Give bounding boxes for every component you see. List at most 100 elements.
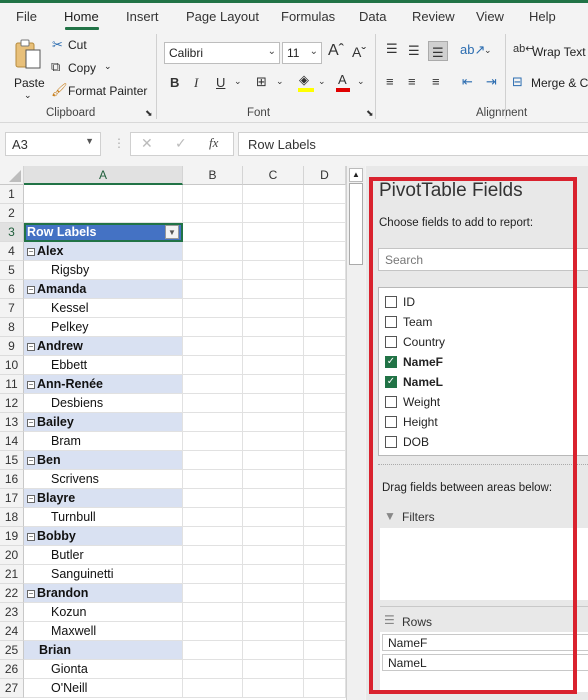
cell-b[interactable] [183, 413, 243, 432]
top-align-icon[interactable]: ☰ [386, 41, 398, 57]
underline-dropdown-icon[interactable]: ⌄ [234, 76, 242, 87]
tab-home[interactable]: Home [64, 9, 99, 24]
cell-d[interactable] [304, 185, 346, 204]
row-header[interactable]: 24 [0, 622, 24, 641]
pivot-item-row[interactable]: Kozun [24, 603, 183, 622]
rows-field-chip[interactable]: NameL [382, 654, 588, 671]
paste-dropdown-icon[interactable]: ⌄ [24, 90, 32, 101]
cell-c[interactable] [243, 223, 304, 242]
pivot-item-row[interactable]: Bram [24, 432, 183, 451]
filter-dropdown-icon[interactable]: ▼ [165, 225, 179, 239]
tab-formulas[interactable]: Formulas [281, 9, 335, 24]
row-header[interactable]: 10 [0, 356, 24, 375]
vertical-scrollbar[interactable]: ▲ [346, 166, 365, 700]
cell-c[interactable] [243, 242, 304, 261]
cell-c[interactable] [243, 527, 304, 546]
cell-c[interactable] [243, 584, 304, 603]
checkbox-checked-icon[interactable]: ✓ [385, 376, 397, 388]
field-list[interactable]: ID Team Country ✓ NameF ✓ NameL Weight Height DOB… [378, 287, 588, 456]
paste-button[interactable]: Paste ⌄ [10, 36, 46, 101]
row-header[interactable]: 11 [0, 375, 24, 394]
filters-drop-area[interactable] [380, 528, 588, 600]
column-header-a[interactable]: A [24, 166, 183, 185]
fill-color-dropdown-icon[interactable]: ⌄ [318, 76, 326, 87]
row-header[interactable]: 25 [0, 641, 24, 660]
tab-review[interactable]: Review [412, 9, 455, 24]
cell-d[interactable] [304, 584, 346, 603]
empty-cell[interactable] [24, 185, 183, 204]
cell-b[interactable] [183, 527, 243, 546]
worksheet-grid[interactable]: A B C D 1 2 3 Row Labels ▼ 4− Alex 5 Rigsby 6− Ama… [0, 166, 346, 700]
font-dialog-launcher-icon[interactable]: ⬊ [366, 108, 374, 119]
cell-d[interactable] [304, 508, 346, 527]
pivot-item-row[interactable]: Gionta [24, 660, 183, 679]
font-name-combo[interactable]: Calibri ⌄ [164, 42, 280, 64]
cell-b[interactable] [183, 318, 243, 337]
cell-b[interactable] [183, 603, 243, 622]
row-header[interactable]: 19 [0, 527, 24, 546]
column-header-b[interactable]: B [183, 166, 243, 185]
cell-b[interactable] [183, 204, 243, 223]
cell-d[interactable] [304, 622, 346, 641]
cell-b[interactable] [183, 451, 243, 470]
column-header-c[interactable]: C [243, 166, 304, 185]
wrap-text-button[interactable]: Wrap Text [532, 45, 586, 59]
cell-c[interactable] [243, 375, 304, 394]
cell-c[interactable] [243, 185, 304, 204]
row-header[interactable]: 8 [0, 318, 24, 337]
name-box[interactable]: A3 ▼ [5, 132, 101, 156]
tab-file[interactable]: File [16, 9, 37, 24]
tab-data[interactable]: Data [359, 9, 386, 24]
pivot-item-row[interactable]: Turnbull [24, 508, 183, 527]
underline-button[interactable]: U [216, 75, 225, 90]
copy-button[interactable]: Copy [68, 61, 96, 75]
cell-b[interactable] [183, 261, 243, 280]
cell-d[interactable] [304, 223, 346, 242]
pivot-item-row[interactable]: Scrivens [24, 470, 183, 489]
tab-insert[interactable]: Insert [126, 9, 159, 24]
cell-c[interactable] [243, 204, 304, 223]
collapse-icon[interactable]: − [27, 495, 35, 503]
font-size-combo[interactable]: 11 ⌄ [282, 42, 322, 64]
middle-align-icon[interactable]: ☰ [408, 43, 420, 59]
cell-c[interactable] [243, 622, 304, 641]
cell-d[interactable] [304, 679, 346, 698]
pivot-group-row[interactable]: − Blayre [24, 489, 183, 508]
checkbox-icon[interactable] [385, 336, 397, 348]
field-search-input[interactable]: Search [378, 248, 588, 271]
checkbox-icon[interactable] [385, 416, 397, 428]
font-color-icon[interactable]: A [338, 72, 347, 87]
row-header[interactable]: 13 [0, 413, 24, 432]
cell-d[interactable] [304, 451, 346, 470]
collapse-icon[interactable]: − [27, 381, 35, 389]
align-center-icon[interactable]: ≡ [408, 74, 416, 89]
pivot-group-row[interactable]: − Ann-Renée [24, 375, 183, 394]
cell-c[interactable] [243, 413, 304, 432]
row-header[interactable]: 3 [0, 223, 24, 242]
checkbox-icon[interactable] [385, 316, 397, 328]
cell-c[interactable] [243, 299, 304, 318]
increase-indent-icon[interactable]: ⇥ [486, 74, 497, 90]
collapse-icon[interactable]: − [27, 286, 35, 294]
decrease-indent-icon[interactable]: ⇤ [462, 74, 473, 90]
collapse-icon[interactable]: − [27, 419, 35, 427]
cell-b[interactable] [183, 185, 243, 204]
pivot-item-row[interactable]: Butler [24, 546, 183, 565]
cell-c[interactable] [243, 261, 304, 280]
cell-c[interactable] [243, 394, 304, 413]
cell-b[interactable] [183, 508, 243, 527]
column-header-d[interactable]: D [304, 166, 346, 185]
row-header[interactable]: 27 [0, 679, 24, 698]
cell-c[interactable] [243, 356, 304, 375]
merge-center-button[interactable]: Merge & Center [531, 76, 588, 90]
cell-b[interactable] [183, 470, 243, 489]
cell-d[interactable] [304, 375, 346, 394]
cell-c[interactable] [243, 603, 304, 622]
bottom-align-button[interactable]: ☰ [428, 41, 448, 61]
increase-font-size-icon[interactable]: Aˆ [328, 42, 344, 60]
cell-b[interactable] [183, 584, 243, 603]
pivot-group-row[interactable]: − Alex [24, 242, 183, 261]
cell-c[interactable] [243, 641, 304, 660]
cell-c[interactable] [243, 432, 304, 451]
cell-d[interactable] [304, 242, 346, 261]
